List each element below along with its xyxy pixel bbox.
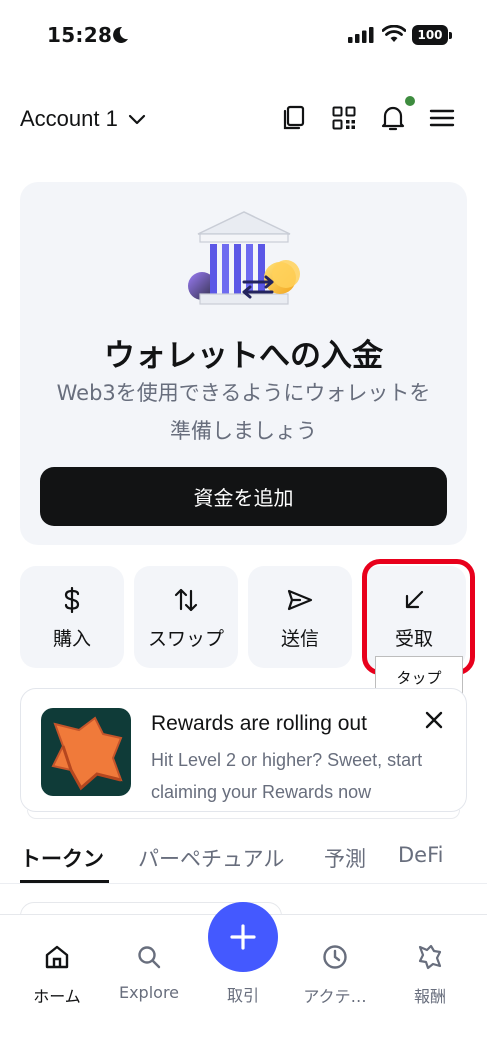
bell-icon — [381, 106, 405, 131]
fund-subtitle: Web3を使用できるようにウォレットを 準備しましょう — [40, 374, 447, 450]
send-button[interactable]: 送信 — [248, 566, 352, 668]
buy-button[interactable]: 購入 — [20, 566, 124, 668]
notifications-button[interactable] — [379, 102, 407, 134]
nav-home[interactable]: ホーム — [12, 937, 102, 1007]
fund-subtitle-line1: Web3を使用できるようにウォレットを — [56, 381, 431, 405]
nav-rewards-label: 報酬 — [413, 987, 446, 1006]
clock-icon — [323, 945, 347, 969]
tab-perpetuals[interactable]: パーペチュアル — [138, 843, 284, 873]
rewards-banner[interactable]: Rewards are rolling out Hit Level 2 or h… — [20, 688, 467, 819]
buy-label: 購入 — [52, 628, 91, 650]
nav-activity[interactable]: アクテ… — [290, 937, 380, 1007]
add-funds-button[interactable]: 資金を追加 — [40, 467, 447, 526]
fund-wallet-card: ウォレットへの入金 Web3を使用できるようにウォレットを 準備しましょう 資金… — [20, 182, 467, 545]
nav-explore-label: Explore — [118, 983, 180, 1002]
rewards-icon — [418, 944, 442, 970]
nav-activity-label: アクテ… — [303, 987, 367, 1006]
moon-icon — [113, 26, 128, 43]
battery-indicator: 100 — [412, 25, 452, 45]
nav-explore[interactable]: Explore — [104, 937, 194, 1002]
wifi-icon — [382, 25, 406, 42]
tab-divider — [0, 883, 487, 884]
qr-code-icon — [332, 106, 356, 130]
rewards-close-button[interactable] — [421, 707, 447, 733]
account-name: Account 1 — [20, 106, 118, 131]
rewards-thumbnail — [41, 708, 131, 796]
chevron-down-icon — [128, 114, 145, 125]
menu-button[interactable] — [428, 102, 456, 134]
swap-label: スワップ — [147, 628, 224, 650]
qr-code-button[interactable] — [330, 102, 358, 134]
tab-tokens[interactable]: トークン — [20, 843, 104, 873]
tab-defi[interactable]: DeFi — [398, 843, 443, 867]
header: Account 1 — [0, 96, 487, 142]
rewards-title: Rewards are rolling out — [151, 712, 367, 735]
signal-icon — [348, 27, 374, 43]
nav-trade-label: 取引 — [226, 986, 259, 1005]
nav-rewards[interactable]: 報酬 — [385, 937, 475, 1007]
home-icon — [45, 945, 69, 969]
rewards-shape-icon — [51, 716, 123, 791]
fund-subtitle-line2: 準備しましょう — [170, 419, 317, 443]
send-label: 送信 — [280, 628, 319, 650]
account-selector[interactable]: Account 1 — [20, 102, 146, 136]
hamburger-menu-icon — [429, 109, 455, 127]
close-icon — [425, 711, 443, 729]
rewards-body: Hit Level 2 or higher? Sweet, start clai… — [151, 750, 423, 802]
copy-address-button[interactable] — [280, 102, 308, 134]
status-time: 15:28 — [47, 23, 113, 47]
dollar-icon — [64, 587, 80, 613]
swap-arrows-icon — [174, 588, 198, 612]
send-icon — [287, 589, 313, 611]
search-icon — [138, 946, 161, 969]
trade-button[interactable] — [208, 902, 278, 972]
tab-predictions[interactable]: 予測 — [324, 843, 366, 873]
swap-button[interactable]: スワップ — [134, 566, 238, 668]
nav-home-label: ホーム — [33, 987, 81, 1006]
bank-illustration — [188, 211, 300, 305]
plus-icon — [230, 924, 256, 950]
notification-dot — [405, 96, 415, 106]
copy-icon — [283, 105, 305, 130]
fund-title: ウォレットへの入金 — [104, 338, 383, 374]
status-bar: 15:28 100 — [0, 0, 487, 70]
